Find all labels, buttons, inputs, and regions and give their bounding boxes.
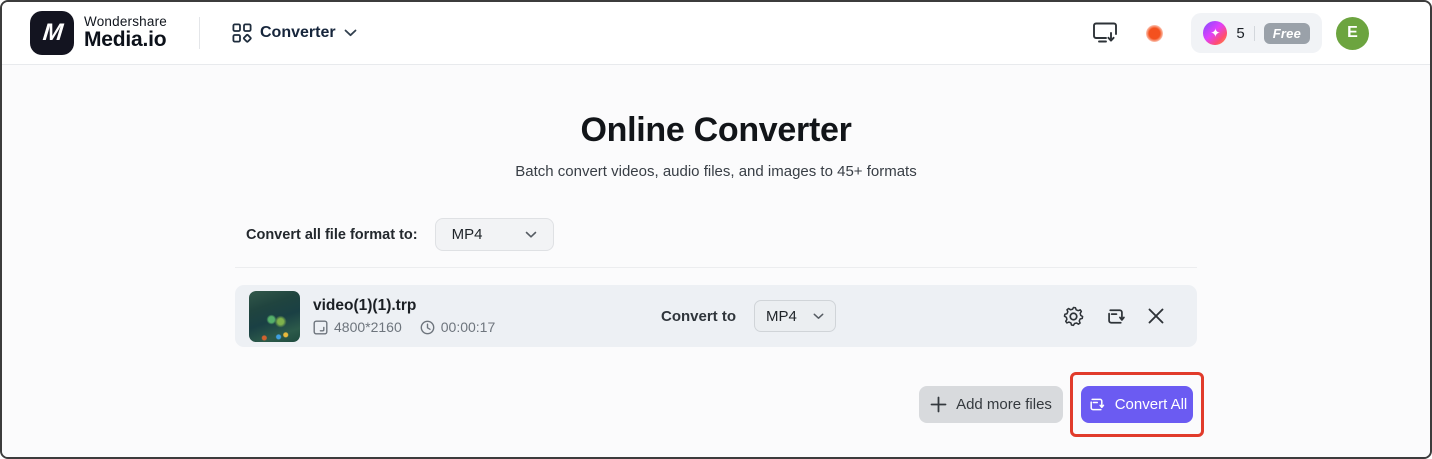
download-desktop-app-icon[interactable] — [1092, 21, 1118, 45]
duration-value: 00:00:17 — [440, 319, 496, 335]
nav-left: M Wondershare Media.io Converter — [30, 11, 357, 55]
convert-all-icon — [1087, 395, 1106, 414]
highlight-annotation-box: Convert All — [1070, 372, 1204, 437]
plus-icon — [930, 396, 947, 413]
chevron-down-icon — [813, 313, 824, 320]
global-format-select[interactable]: MP4 — [434, 218, 554, 251]
chevron-down-icon — [344, 29, 357, 37]
converter-grid-icon — [232, 23, 252, 43]
nav-item-converter[interactable]: Converter — [232, 23, 357, 43]
mediaio-logo[interactable]: M — [30, 11, 74, 55]
clock-icon — [420, 320, 435, 335]
credits-count: 5 — [1236, 24, 1245, 42]
global-format-value: MP4 — [451, 226, 483, 243]
resolution-value: 4800*2160 — [334, 319, 402, 335]
converter-panel: Convert all file format to: MP4 video(1)… — [235, 218, 1204, 437]
convert-to-label: Convert to — [661, 307, 736, 325]
file-name: video(1)(1).trp — [313, 297, 417, 314]
add-more-files-label: Add more files — [956, 396, 1052, 413]
row-action-icons — [1062, 305, 1166, 328]
brand-text[interactable]: Wondershare Media.io — [84, 13, 167, 52]
add-more-files-button[interactable]: Add more files — [919, 386, 1063, 423]
divider — [235, 267, 1197, 268]
brand-mediaio: Media.io — [84, 28, 167, 52]
convert-all-label: Convert All — [1114, 396, 1188, 413]
avatar-initial: E — [1347, 24, 1358, 41]
sparkle-icon: ✦ — [1203, 21, 1228, 45]
format-bar-label: Convert all file format to: — [246, 226, 418, 243]
video-thumbnail — [249, 290, 300, 342]
logo-m-glyph: M — [41, 19, 63, 46]
convert-all-button[interactable]: Convert All — [1081, 386, 1193, 423]
plan-badge: Free — [1263, 22, 1310, 44]
user-avatar[interactable]: E — [1336, 16, 1369, 50]
notification-dot-icon[interactable] — [1146, 24, 1164, 42]
credits-pill[interactable]: ✦ 5 Free — [1191, 13, 1322, 53]
chevron-down-icon — [525, 231, 537, 239]
row-format-select[interactable]: MP4 — [754, 300, 836, 332]
main-content: Online Converter Batch convert videos, a… — [2, 65, 1430, 457]
page-subtitle: Batch convert videos, audio files, and i… — [515, 163, 917, 180]
convert-file-icon[interactable] — [1104, 305, 1127, 328]
row-format-value: MP4 — [766, 307, 797, 325]
remove-file-icon[interactable] — [1146, 306, 1166, 326]
file-info: video(1)(1).trp 4800*2160 00:00:17 — [313, 297, 661, 335]
nav-converter-label: Converter — [260, 24, 336, 41]
brand-wondershare: Wondershare — [84, 13, 167, 29]
duration-meta: 00:00:17 — [420, 319, 496, 335]
top-nav: M Wondershare Media.io Converter ✦ 5 Fre… — [2, 2, 1430, 65]
file-row: video(1)(1).trp 4800*2160 00:00:17 Conve… — [235, 285, 1197, 347]
file-meta: 4800*2160 00:00:17 — [313, 319, 661, 335]
pill-separator — [1253, 25, 1255, 41]
actions-row: Add more files Convert All — [235, 372, 1204, 437]
app-window: M Wondershare Media.io Converter ✦ 5 Fre… — [0, 0, 1432, 459]
page-title: Online Converter — [580, 111, 852, 149]
resolution-meta: 4800*2160 — [313, 319, 402, 335]
settings-gear-icon[interactable] — [1062, 305, 1085, 328]
nav-right: ✦ 5 Free E — [1092, 13, 1369, 53]
resolution-icon — [313, 320, 328, 335]
nav-divider — [199, 17, 200, 49]
format-bar: Convert all file format to: MP4 — [235, 218, 1197, 251]
convert-to-group: Convert to MP4 — [661, 300, 836, 332]
